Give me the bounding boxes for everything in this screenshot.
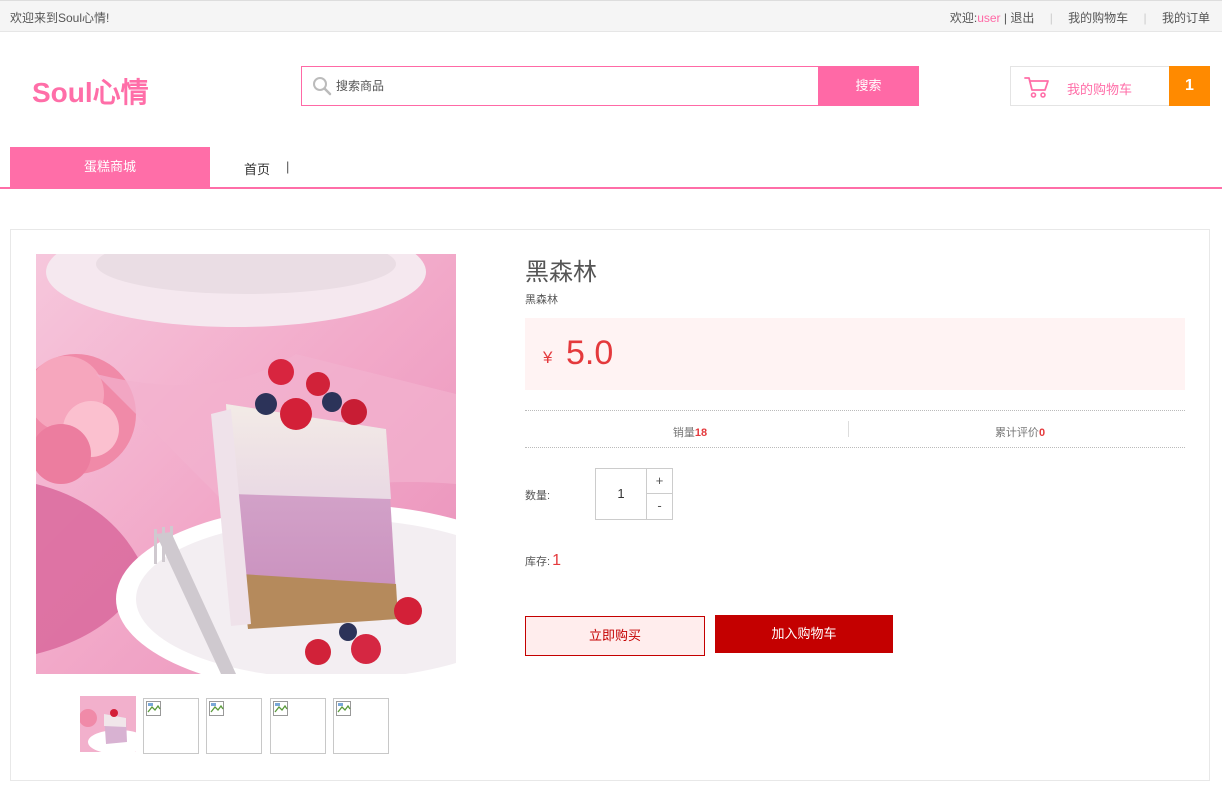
stock-value: 1 [552, 552, 561, 569]
thumbnail-1[interactable] [80, 696, 136, 752]
product-subtitle: 黑森林 [525, 294, 558, 306]
nav-category-cake-mall[interactable]: 蛋糕商城 [10, 147, 210, 187]
nav-home-link[interactable]: 首页 [244, 159, 270, 178]
thumbnail-image [80, 696, 136, 752]
separator: | [1049, 11, 1053, 25]
site-logo[interactable]: Soul心情 [32, 71, 149, 111]
cake-photo [36, 254, 456, 674]
buy-now-button[interactable]: 立即购买 [525, 616, 705, 656]
quantity-stepper: 1 + - [595, 468, 673, 520]
broken-image-icon [209, 701, 224, 716]
product-stats: 销量18 累计评价0 [525, 410, 1185, 448]
reviews-label: 累计评价 [994, 427, 1039, 439]
greeting-label: 欢迎: [949, 11, 978, 25]
reviews-stat: 累计评价0 [855, 424, 1185, 440]
quantity-input[interactable]: 1 [596, 469, 646, 519]
thumbnail-4[interactable] [270, 698, 326, 754]
broken-image-icon [336, 701, 351, 716]
logout-link[interactable]: | 退出 [1004, 11, 1034, 25]
price-box: ¥ 5.0 [525, 318, 1185, 390]
quantity-increase-button[interactable]: + [646, 469, 672, 494]
quantity-label: 数量: [525, 490, 551, 502]
separator: | [1143, 11, 1147, 25]
thumbnail-2[interactable] [143, 698, 199, 754]
product-main-image [36, 254, 456, 674]
stats-divider [848, 421, 849, 437]
search-input[interactable] [336, 69, 816, 103]
cart-icon [1024, 77, 1049, 98]
add-to-cart-button[interactable]: 加入购物车 [715, 615, 893, 653]
username-link[interactable]: user [977, 11, 1000, 25]
sales-stat: 销量18 [525, 424, 855, 440]
reviews-value: 0 [1038, 427, 1046, 439]
product-title: 黑森林 [525, 259, 597, 286]
my-cart-link[interactable]: 我的购物车 [1068, 11, 1128, 25]
product-detail-panel: 黑森林 黑森林 ¥ 5.0 销量18 累计评价0 数量: 1 + - 库存: 1 … [10, 229, 1210, 781]
search-icon [313, 77, 332, 96]
nav-divider: | [286, 159, 290, 174]
search-bar: 搜索 [301, 66, 919, 106]
my-orders-link[interactable]: 我的订单 [1162, 11, 1210, 25]
welcome-text: 欢迎来到Soul心情! [10, 11, 110, 25]
cart-label: 我的购物车 [1067, 82, 1133, 97]
header-cart-button[interactable]: 我的购物车 1 [1010, 66, 1210, 106]
broken-image-icon [273, 701, 288, 716]
stock-label: 库存: [525, 556, 551, 568]
product-price: 5.0 [566, 334, 614, 372]
currency-symbol: ¥ [543, 348, 553, 367]
top-bar-right: 欢迎:user | 退出 | 我的购物车 | 我的订单 [950, 9, 1210, 26]
top-bar: 欢迎来到Soul心情! 欢迎:user | 退出 | 我的购物车 | 我的订单 [0, 0, 1222, 32]
search-button[interactable]: 搜索 [818, 66, 919, 106]
stock-info: 库存: 1 [525, 552, 561, 570]
cart-count-badge: 1 [1169, 66, 1210, 106]
broken-image-icon [146, 701, 161, 716]
thumbnail-5[interactable] [333, 698, 389, 754]
sales-value: 18 [694, 427, 708, 439]
main-nav: 蛋糕商城 首页 | [0, 147, 1222, 189]
thumbnail-3[interactable] [206, 698, 262, 754]
sales-label: 销量 [672, 427, 695, 439]
quantity-decrease-button[interactable]: - [646, 494, 672, 519]
